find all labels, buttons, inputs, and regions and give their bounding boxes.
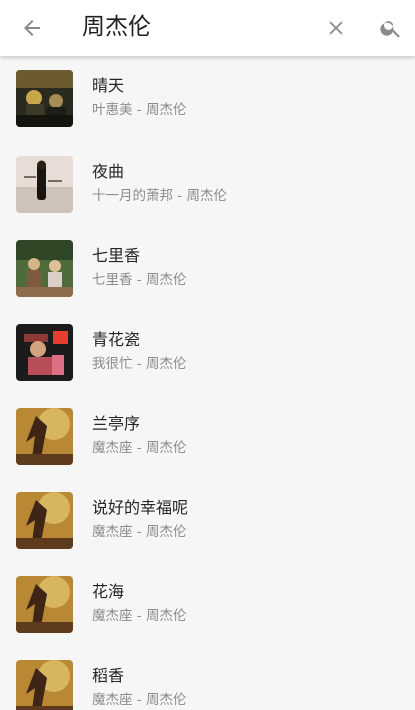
song-album-artist: 魔杰座 - 周杰伦 xyxy=(92,692,187,708)
song-row[interactable]: 花海 魔杰座 - 周杰伦 xyxy=(0,562,415,646)
album-cover-image xyxy=(16,576,73,633)
song-album-artist: 七里香 - 周杰伦 xyxy=(92,272,187,288)
search-icon xyxy=(380,21,400,38)
clear-search-button[interactable] xyxy=(316,8,356,48)
search-button[interactable] xyxy=(371,8,411,48)
song-row[interactable]: 晴天 叶惠美 - 周杰伦 xyxy=(0,56,415,142)
back-arrow-icon xyxy=(24,20,40,36)
search-toolbar: 周杰伦 xyxy=(0,0,415,56)
song-row[interactable]: 说好的幸福呢 魔杰座 - 周杰伦 xyxy=(0,478,415,562)
album-cover-image xyxy=(16,408,73,465)
song-results-list: 晴天 叶惠美 - 周杰伦 夜曲 十一月的萧邦 - 周杰伦 七里香 七里香 - 周… xyxy=(0,56,415,710)
song-album-artist: 叶惠美 - 周杰伦 xyxy=(92,102,187,118)
close-icon xyxy=(329,21,343,35)
album-cover-image xyxy=(16,660,73,710)
search-results-screen: 周杰伦 晴天 叶惠美 - 周杰伦 夜曲 十一月的萧邦 - 周杰伦 七里香 七里香… xyxy=(0,0,415,710)
song-row[interactable]: 夜曲 十一月的萧邦 - 周杰伦 xyxy=(0,142,415,226)
song-row[interactable]: 青花瓷 我很忙 - 周杰伦 xyxy=(0,310,415,394)
song-album-artist: 魔杰座 - 周杰伦 xyxy=(92,440,187,456)
song-title: 花海 xyxy=(92,582,125,601)
album-cover-image xyxy=(16,240,73,297)
song-title: 夜曲 xyxy=(92,162,125,181)
song-album-artist: 魔杰座 - 周杰伦 xyxy=(92,524,187,540)
song-title: 晴天 xyxy=(92,76,125,95)
song-title: 说好的幸福呢 xyxy=(92,498,189,517)
song-row[interactable]: 稻香 魔杰座 - 周杰伦 xyxy=(0,646,415,710)
song-album-artist: 魔杰座 - 周杰伦 xyxy=(92,608,187,624)
song-title: 稻香 xyxy=(92,666,125,685)
song-album-artist: 我很忙 - 周杰伦 xyxy=(92,356,187,372)
back-button[interactable] xyxy=(12,8,52,48)
song-title: 七里香 xyxy=(92,246,141,265)
song-row[interactable]: 七里香 七里香 - 周杰伦 xyxy=(0,226,415,310)
album-cover-image xyxy=(16,324,73,381)
song-title: 兰亭序 xyxy=(92,414,141,433)
album-cover-image xyxy=(16,70,73,127)
album-cover-image xyxy=(16,492,73,549)
album-cover-image xyxy=(16,156,73,213)
song-title: 青花瓷 xyxy=(92,330,141,349)
song-row[interactable]: 兰亭序 魔杰座 - 周杰伦 xyxy=(0,394,415,478)
song-album-artist: 十一月的萧邦 - 周杰伦 xyxy=(92,188,227,204)
search-query-text[interactable]: 周杰伦 xyxy=(82,10,151,44)
